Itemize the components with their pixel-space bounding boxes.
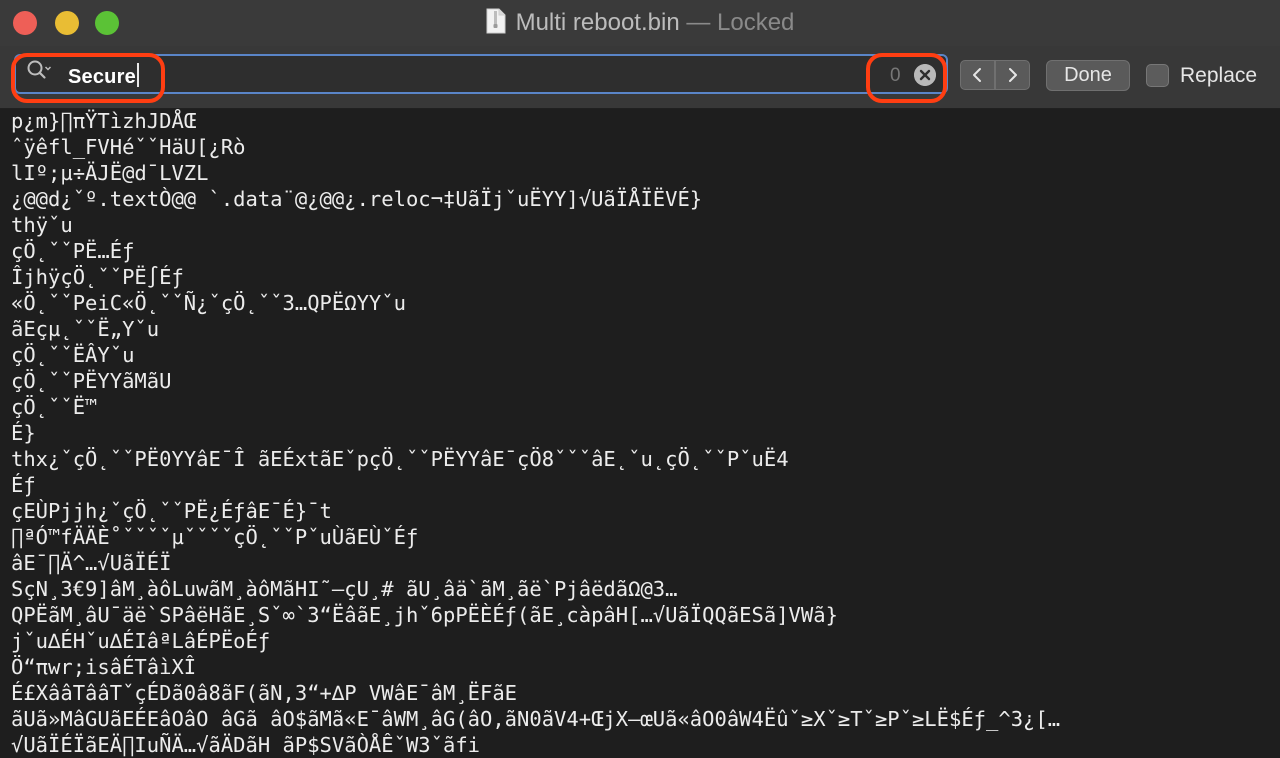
text-line: çÖ˛ˇˇË™: [11, 395, 98, 419]
done-button[interactable]: Done: [1046, 60, 1130, 91]
title-bar: Multi reboot.bin — Locked: [0, 0, 1280, 46]
window-title-filename: Multi reboot.bin: [515, 9, 680, 36]
text-line: thx¿ˇçÖ˛ˇˇPË0YYâE¯Î ãEÉxtãEˇpçÖ˛ˇˇPËYYâE…: [11, 447, 789, 471]
text-line: É}: [11, 421, 36, 445]
window-title-separator: —: [686, 9, 711, 36]
text-line: lIº;µ÷ÄJË@d¯LVZL: [11, 161, 209, 185]
text-line: âE¯∏Ä^…√UãÏÉÏ: [11, 551, 172, 575]
document-icon: [486, 8, 506, 34]
text-line: ˆÿêfl_FVHéˇˇHäU[¿Rò: [11, 135, 246, 159]
window-title: Multi reboot.bin — Locked: [0, 7, 1280, 39]
text-line: çÖ˛ˇˇPË…Éƒ: [11, 239, 135, 263]
document-text-area[interactable]: p¿m}∏πŸTìzhJDÅŒ ˆÿêfl_FVHéˇˇHäU[¿Rò lIº;…: [11, 108, 1271, 758]
text-line: thÿˇu: [11, 213, 73, 237]
text-line: ¿@@d¿ˇº.textÒ@@ `.data¨@¿@@¿.reloc¬‡UãÏj…: [11, 187, 703, 211]
text-line: çEÙPjjh¿ˇçÖ˛ˇˇPË¿ÉƒâE¯É}¯t: [11, 499, 332, 523]
text-line: çÖ˛ˇˇËÂYˇu: [11, 343, 135, 367]
text-line: p¿m}∏πŸTìzhJDÅŒ: [11, 109, 197, 133]
text-line: ãEçµ˛ˇˇË„Yˇu: [11, 317, 160, 341]
next-match-button[interactable]: [995, 60, 1030, 90]
previous-match-button[interactable]: [960, 60, 995, 90]
text-line: ∏ªÓ™fÄÄÈ˚ˇˇˇˇµˇˇˇˇçÖ˛ˇˇPˇuÙãEÙˇÉƒ: [11, 525, 419, 549]
text-line: Ö“πwr;isâÉTâìXÎ: [11, 655, 197, 679]
replace-label[interactable]: Replace: [1180, 62, 1257, 90]
text-line: «Ö˛ˇˇPeiC«Ö˛ˇˇÑ¿ˇçÖ˛ˇˇ3…QPËΩYYˇu: [11, 291, 406, 315]
replace-checkbox[interactable]: [1146, 64, 1169, 87]
text-line: SçN¸3€9]âM¸àôLuwãM¸àôMãHI˜—çU¸# ãU¸âä`ãM…: [11, 577, 678, 601]
text-line: çÖ˛ˇˇPËYYãMãU: [11, 369, 172, 393]
text-line: Éƒ: [11, 473, 36, 497]
text-line: ãUã»MâGUãEÉEâOâO âGã âO$ãMã«E¯âWM¸âG(âO,…: [11, 707, 1061, 731]
text-line: ÎjhÿçÖ˛ˇˇPË∫Éƒ: [11, 265, 184, 289]
text-line: QPËãM¸âU¯äë`SPâëHãE¸Sˇ∞`3“ËâãE¸jhˇ6pPËÈÉ…: [11, 603, 838, 627]
text-line: jˇu∆ÉHˇu∆ÉIâªLâÉPËoÉƒ: [11, 629, 271, 653]
match-count-highlight: [866, 53, 947, 103]
text-line: √UãÏÉÏãEÄ∏IuÑÄ…√ãÄDãH ãP$SVãÒÅÊˇW3ˇãfi: [11, 733, 480, 757]
text-line: É£XââTââTˇçÉDã0â8ãF(ãN,3“+∆P VWâE¯âM¸ËFã…: [11, 681, 518, 705]
chevron-left-icon: [973, 68, 981, 82]
window-title-status: Locked: [717, 9, 795, 36]
chevron-right-icon: [1009, 68, 1017, 82]
search-field-highlight: [11, 53, 165, 103]
